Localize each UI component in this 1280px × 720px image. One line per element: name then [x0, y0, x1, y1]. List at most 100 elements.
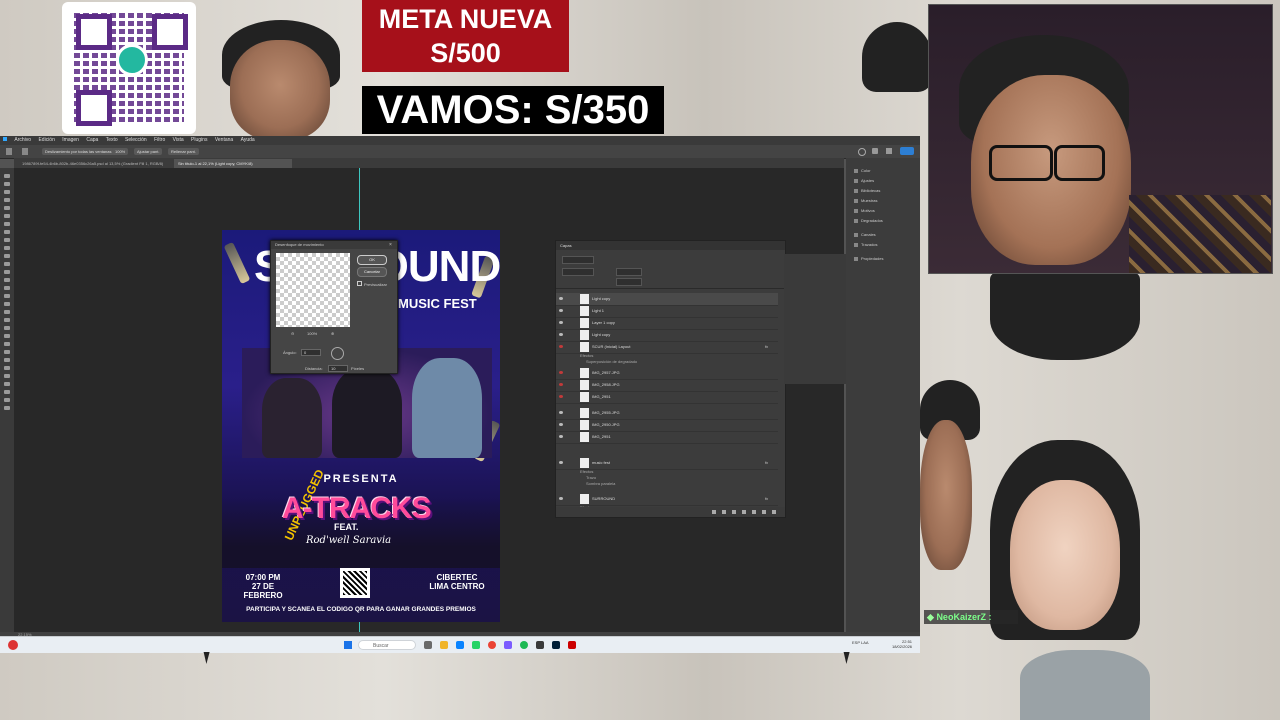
- taskbar-search[interactable]: Buscar: [358, 640, 416, 650]
- layer-effects-icon[interactable]: fx: [765, 344, 768, 349]
- menu-item-seleccion[interactable]: Selección: [125, 137, 147, 143]
- tool-icon[interactable]: [4, 206, 10, 210]
- tool-icon[interactable]: [4, 214, 10, 218]
- task-view-icon[interactable]: [424, 641, 432, 649]
- visibility-eye-icon[interactable]: [559, 423, 563, 426]
- photoshop-taskbar-icon[interactable]: [552, 641, 560, 649]
- workspace-icon[interactable]: [886, 148, 892, 154]
- tab-document-1[interactable]: 1986789f-fe54-4b6b-802b-46e0356c26a5.psd…: [18, 159, 176, 168]
- whatsapp-icon[interactable]: [472, 641, 480, 649]
- taskbar-clock[interactable]: 22:51 18/02/2026: [892, 639, 912, 649]
- tool-icon[interactable]: [4, 366, 10, 370]
- layer-effects-icon[interactable]: fx: [765, 496, 768, 501]
- dock-libraries[interactable]: Bibliotecas: [854, 188, 880, 194]
- menu-item-texto[interactable]: Texto: [106, 137, 118, 143]
- tool-icon[interactable]: [4, 318, 10, 322]
- dock-patterns[interactable]: Motivos: [854, 208, 875, 214]
- dock-gradients[interactable]: Degradados: [854, 218, 883, 224]
- tool-icon[interactable]: [4, 406, 10, 410]
- tool-icon[interactable]: [4, 238, 10, 242]
- visibility-eye-icon[interactable]: [559, 411, 563, 414]
- adjustment-icon[interactable]: [742, 510, 746, 514]
- start-icon[interactable]: [344, 641, 352, 649]
- visibility-eye-icon[interactable]: [559, 371, 563, 374]
- fit-screen-button[interactable]: Ajustar pant.: [134, 148, 163, 155]
- search-icon[interactable]: [858, 148, 866, 156]
- dock-swatches[interactable]: Muestras: [854, 198, 877, 204]
- tool-icon[interactable]: [4, 310, 10, 314]
- trash-icon[interactable]: [772, 510, 776, 514]
- visibility-eye-icon[interactable]: [559, 435, 563, 438]
- menu-item-capa[interactable]: Capa: [86, 137, 98, 143]
- menu-item-plugins[interactable]: Plugins: [191, 137, 207, 143]
- tool-icon[interactable]: [4, 286, 10, 290]
- home-icon[interactable]: [6, 148, 12, 155]
- menu-item-archivo[interactable]: Archivo: [14, 137, 31, 143]
- menu-item-edicion[interactable]: Edición: [38, 137, 54, 143]
- mask-icon[interactable]: [732, 510, 736, 514]
- opacity-input[interactable]: [616, 268, 642, 276]
- tool-icon[interactable]: [4, 302, 10, 306]
- tool-icon[interactable]: [4, 270, 10, 274]
- visibility-eye-icon[interactable]: [559, 395, 563, 398]
- new-layer-icon[interactable]: [762, 510, 766, 514]
- layer-filter-select[interactable]: [562, 256, 594, 264]
- hand-tool-icon[interactable]: [22, 148, 28, 155]
- angle-dial-icon[interactable]: [331, 347, 344, 360]
- scroll-all-windows-checkbox[interactable]: Deslizamiento por todas las ventanas: [42, 148, 115, 155]
- tool-icon[interactable]: [4, 382, 10, 386]
- language-indicator[interactable]: ESP LAA: [852, 640, 869, 645]
- visibility-eye-icon[interactable]: [559, 309, 563, 312]
- zoom-in-icon[interactable]: ⊕: [331, 331, 334, 336]
- tool-icon[interactable]: [4, 174, 10, 178]
- tool-icon[interactable]: [4, 374, 10, 378]
- app-taskbar-icon[interactable]: [568, 641, 576, 649]
- tool-icon[interactable]: [4, 342, 10, 346]
- chrome-icon[interactable]: [488, 641, 496, 649]
- tool-icon[interactable]: [4, 390, 10, 394]
- visibility-eye-icon[interactable]: [559, 321, 563, 324]
- discord-icon[interactable]: [504, 641, 512, 649]
- tool-icon[interactable]: [4, 350, 10, 354]
- obs-icon[interactable]: [536, 641, 544, 649]
- filter-preview[interactable]: [276, 253, 350, 327]
- group-icon[interactable]: [752, 510, 756, 514]
- visibility-eye-icon[interactable]: [559, 497, 563, 500]
- ok-button[interactable]: OK: [357, 255, 387, 265]
- tool-icon[interactable]: [4, 326, 10, 330]
- bell-icon[interactable]: [872, 148, 878, 154]
- weather-icon[interactable]: [8, 640, 18, 650]
- layer-row[interactable]: IMG_2951: [556, 391, 778, 404]
- edge-icon[interactable]: [456, 641, 464, 649]
- link-layers-icon[interactable]: [712, 510, 716, 514]
- visibility-eye-icon[interactable]: [559, 297, 563, 300]
- tool-icon[interactable]: [4, 230, 10, 234]
- dock-adjustments[interactable]: Ajustes: [854, 178, 874, 184]
- tool-icon[interactable]: [4, 190, 10, 194]
- fx-icon[interactable]: [722, 510, 726, 514]
- tool-icon[interactable]: [4, 398, 10, 402]
- visibility-eye-icon[interactable]: [559, 345, 563, 348]
- tool-icon[interactable]: [4, 278, 10, 282]
- visibility-eye-icon[interactable]: [559, 383, 563, 386]
- file-explorer-icon[interactable]: [440, 641, 448, 649]
- tool-icon[interactable]: [4, 254, 10, 258]
- dock-paths[interactable]: Trazados: [854, 242, 878, 248]
- angle-input[interactable]: 0: [301, 349, 321, 356]
- tool-icon[interactable]: [4, 262, 10, 266]
- tool-icon[interactable]: [4, 182, 10, 186]
- menu-item-ventana[interactable]: Ventana: [215, 137, 233, 143]
- preview-checkbox[interactable]: Previsualizar: [357, 281, 387, 287]
- visibility-eye-icon[interactable]: [559, 461, 563, 464]
- menu-item-imagen[interactable]: Imagen: [62, 137, 79, 143]
- tool-icon[interactable]: [4, 358, 10, 362]
- fill-input[interactable]: [616, 278, 642, 286]
- tool-icon[interactable]: [4, 198, 10, 202]
- dock-properties[interactable]: Propiedades: [854, 256, 883, 262]
- zoom-100-button[interactable]: 100%: [112, 148, 129, 155]
- fill-screen-button[interactable]: Rellenar pant.: [168, 148, 199, 155]
- visibility-eye-icon[interactable]: [559, 333, 563, 336]
- tool-icon[interactable]: [4, 246, 10, 250]
- menu-item-filtro[interactable]: Filtro: [154, 137, 165, 143]
- cancel-button[interactable]: Cancelar: [357, 267, 387, 277]
